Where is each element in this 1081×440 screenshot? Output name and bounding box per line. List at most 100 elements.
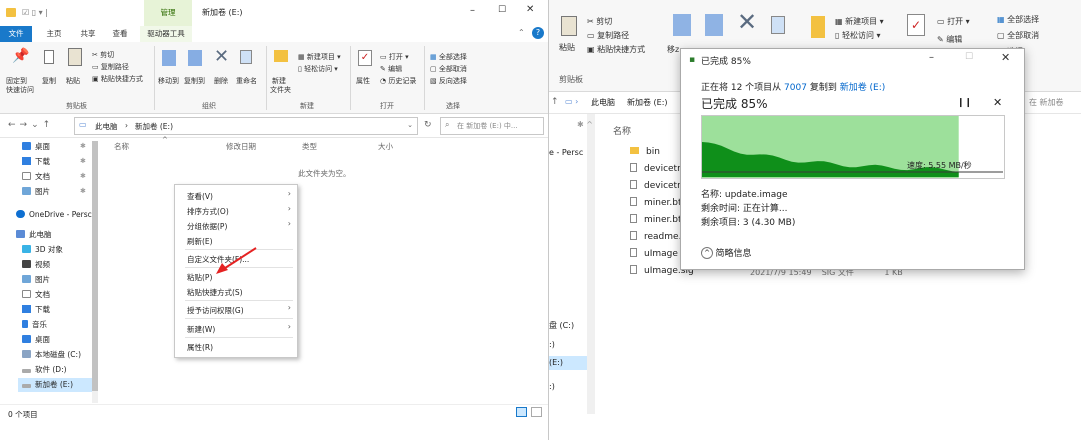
new-folder-icon[interactable] bbox=[811, 16, 825, 38]
sidebar-item-drive-c[interactable]: 本地磁盘 (C:) bbox=[22, 348, 81, 362]
large-icons-view-icon[interactable] bbox=[531, 407, 542, 417]
breadcrumb-pc[interactable]: 此电脑 bbox=[591, 97, 615, 108]
scrollbar-thumb[interactable] bbox=[92, 141, 98, 391]
less-info-toggle[interactable]: ^ 简略信息 bbox=[701, 246, 752, 259]
sidebar-item-3d[interactable]: 3D 对象 bbox=[22, 243, 63, 257]
easy-access-button[interactable]: ▯ 轻松访问 ▾ bbox=[835, 30, 881, 41]
paste-button[interactable]: 粘贴 bbox=[66, 76, 80, 86]
breadcrumb-current[interactable]: 新加卷 (E:) bbox=[135, 121, 173, 132]
pause-icon[interactable]: ❙❙ bbox=[957, 98, 972, 108]
sidebar-item-documents[interactable]: 文档 bbox=[22, 170, 50, 184]
cancel-icon[interactable]: ✕ bbox=[993, 96, 1002, 109]
properties-icon[interactable]: ✓ bbox=[358, 50, 372, 66]
move-to-icon[interactable] bbox=[673, 14, 691, 36]
rename-icon[interactable] bbox=[771, 16, 785, 34]
sidebar-item-downloads[interactable]: 下载 bbox=[22, 155, 50, 169]
sidebar-fragment-selected[interactable]: (E:) bbox=[549, 356, 587, 370]
sidebar-item-pictures[interactable]: 图片 bbox=[22, 185, 50, 199]
paste-icon[interactable] bbox=[561, 16, 577, 36]
breadcrumb-current[interactable]: 新加卷 (E:) bbox=[627, 97, 668, 108]
delete-icon[interactable]: ✕ bbox=[214, 46, 229, 67]
copy-to-button[interactable]: 复制到 bbox=[184, 76, 205, 86]
sidebar-fragment[interactable]: :) bbox=[549, 340, 555, 349]
column-header-name[interactable]: 名称 bbox=[613, 124, 631, 137]
move-to-button[interactable]: 移动到 bbox=[158, 76, 179, 86]
select-none-button[interactable]: ▢ 全部取消 bbox=[430, 64, 467, 74]
delete-icon[interactable]: ✕ bbox=[737, 8, 757, 36]
details-view-icon[interactable] bbox=[516, 407, 527, 417]
up-arrow-icon[interactable]: ↑ bbox=[551, 97, 559, 107]
list-item[interactable]: uImage bbox=[630, 247, 678, 261]
copy-to-icon[interactable] bbox=[188, 50, 202, 66]
cut-button[interactable]: ✂ 剪切 bbox=[92, 50, 114, 60]
sidebar-item-documents-pc[interactable]: 文档 bbox=[22, 288, 50, 302]
new-item-button[interactable]: ▦ 新建项目 ▾ bbox=[298, 52, 341, 62]
delete-button[interactable]: 删除 bbox=[214, 76, 228, 86]
move-to-icon[interactable] bbox=[162, 50, 176, 66]
tab-view[interactable]: 查看 bbox=[106, 26, 134, 42]
sidebar-item-music[interactable]: 音乐 bbox=[22, 318, 47, 332]
tab-drive-tools[interactable]: 驱动器工具 bbox=[140, 26, 192, 42]
sidebar-item-downloads-pc[interactable]: 下载 bbox=[22, 303, 50, 317]
new-item-button[interactable]: ▦ 新建项目 ▾ bbox=[835, 16, 884, 27]
sidebar-fragment[interactable]: e - Persc bbox=[549, 148, 583, 157]
menu-item-paste-shortcut[interactable]: 粘贴快捷方式(S) bbox=[187, 287, 243, 298]
list-item[interactable]: bin bbox=[630, 145, 660, 159]
rename-button[interactable]: 重命名 bbox=[236, 76, 257, 86]
address-bar[interactable]: ▭ 此电脑 › 新加卷 (E:) ⌄ bbox=[74, 117, 418, 135]
select-all-button[interactable]: ▦ 全部选择 bbox=[997, 14, 1039, 25]
sidebar-item-this-pc[interactable]: 此电脑 bbox=[16, 228, 52, 242]
column-header-type[interactable]: 类型 bbox=[302, 141, 317, 152]
copy-path-button[interactable]: ▭ 复制路径 bbox=[587, 30, 629, 41]
select-all-button[interactable]: ▦ 全部选择 bbox=[430, 52, 467, 62]
sidebar-item-pictures-pc[interactable]: 图片 bbox=[22, 273, 50, 287]
refresh-icon[interactable]: ↻ bbox=[424, 120, 432, 130]
sidebar-fragment[interactable]: :) bbox=[549, 382, 555, 391]
column-header-name[interactable]: 名称 bbox=[114, 141, 129, 152]
cut-button[interactable]: ✂ 剪切 bbox=[587, 16, 612, 27]
sidebar-item-desktop-pc[interactable]: 桌面 bbox=[22, 333, 50, 347]
edit-button[interactable]: ✎ 编辑 bbox=[380, 64, 402, 74]
paste-icon[interactable] bbox=[68, 48, 82, 66]
new-folder-icon[interactable] bbox=[274, 50, 288, 62]
close-button[interactable]: ✕ bbox=[526, 4, 534, 15]
properties-icon[interactable]: ✓ bbox=[907, 14, 925, 36]
rename-icon[interactable] bbox=[240, 50, 252, 64]
minimize-button[interactable]: – bbox=[470, 5, 475, 16]
menu-item-sort[interactable]: 排序方式(O) bbox=[187, 206, 229, 217]
paste-shortcut-button[interactable]: ▣ 粘贴快捷方式 bbox=[92, 74, 143, 84]
sidebar-item-drive-d[interactable]: 软件 (D:) bbox=[22, 363, 67, 377]
tab-home[interactable]: 主页 bbox=[40, 26, 68, 42]
help-icon[interactable]: ? bbox=[532, 27, 544, 39]
menu-item-new[interactable]: 新建(W) bbox=[187, 324, 215, 335]
minimize-button[interactable]: – bbox=[929, 52, 934, 63]
copy-to-icon[interactable] bbox=[705, 14, 723, 36]
source-link[interactable]: 7007 bbox=[784, 83, 807, 93]
sidebar-item-onedrive[interactable]: OneDrive - Persc bbox=[16, 208, 92, 222]
menu-item-group[interactable]: 分组依据(P) bbox=[187, 221, 227, 232]
pin-icon[interactable]: 📌 bbox=[12, 48, 29, 64]
invert-selection-button[interactable]: ▧ 反向选择 bbox=[430, 76, 467, 86]
menu-item-grant-access[interactable]: 授予访问权限(G) bbox=[187, 305, 244, 316]
paste-shortcut-button[interactable]: ▣ 粘贴快捷方式 bbox=[587, 44, 645, 55]
search-box[interactable]: ⌕ 在 新加卷 (E:) 中... bbox=[440, 117, 544, 135]
nav-scrollbar-right[interactable] bbox=[587, 114, 595, 414]
open-button[interactable]: ▭ 打开 ▾ bbox=[937, 16, 970, 27]
tab-share[interactable]: 共享 bbox=[74, 26, 102, 42]
column-header-date[interactable]: 修改日期 bbox=[226, 141, 256, 152]
maximize-button[interactable]: ☐ bbox=[498, 5, 506, 15]
breadcrumb-pc[interactable]: 此电脑 bbox=[95, 121, 118, 132]
nav-scrollbar[interactable] bbox=[92, 141, 98, 403]
edit-button[interactable]: ✎ 编辑 bbox=[937, 34, 962, 45]
menu-item-refresh[interactable]: 刷新(E) bbox=[187, 236, 213, 247]
column-header-size[interactable]: 大小 bbox=[378, 141, 393, 152]
copy-button[interactable]: 复制 bbox=[42, 76, 56, 86]
chevron-down-icon[interactable]: ⌄ bbox=[407, 121, 413, 129]
copy-icon[interactable] bbox=[44, 50, 54, 64]
paste-button[interactable]: 粘贴 bbox=[559, 42, 575, 53]
menu-item-view[interactable]: 查看(V) bbox=[187, 191, 213, 202]
history-button[interactable]: ◔ 历史记录 bbox=[380, 76, 416, 86]
menu-item-paste[interactable]: 粘贴(P) bbox=[187, 272, 212, 283]
nav-arrows-icon[interactable]: ←→⌄↑ bbox=[8, 120, 54, 130]
open-button[interactable]: ▭ 打开 ▾ bbox=[380, 52, 409, 62]
